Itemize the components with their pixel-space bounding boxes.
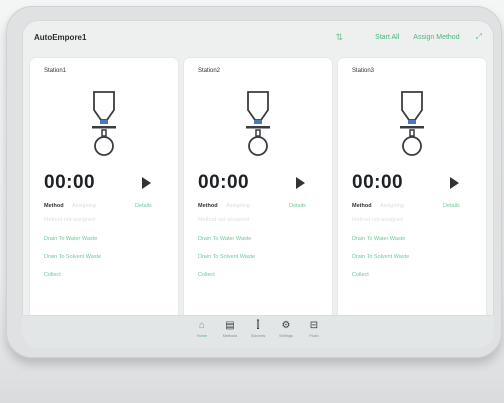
nav-label: Flush [309, 334, 319, 338]
station-card: Station1 00:00 Method Assigning Details … [30, 58, 178, 320]
nav-item-methods[interactable]: ▤ Methods [220, 320, 240, 338]
app-title: AutoEmpore1 [34, 32, 87, 42]
vessel-icon [400, 91, 424, 156]
top-bar: AutoEmpore1 ⇅ Start All Assign Method ⤢ [22, 20, 494, 54]
home-icon: ⌂ [198, 320, 206, 331]
details-link[interactable]: Details [289, 203, 306, 209]
play-icon[interactable] [296, 177, 305, 189]
app-screen: AutoEmpore1 ⇅ Start All Assign Method ⤢ … [22, 20, 494, 348]
method-value: Assigning [72, 203, 96, 209]
method-label: Method [44, 203, 64, 209]
station-title: Station1 [44, 68, 67, 74]
settings-icon: ⚙ [281, 320, 291, 331]
method-label: Method [198, 203, 218, 209]
drain-water-waste-button[interactable]: Drain To Water Waste [352, 236, 405, 242]
nav-item-solvents[interactable]: ⫿ Solvents [248, 320, 268, 338]
start-all-button[interactable]: Start All [375, 34, 399, 41]
method-hint: Method not assigned [198, 217, 250, 223]
nav-label: Settings [279, 334, 293, 338]
bottom-nav-bar: ⌂ Home ▤ Methods ⫿ Solvents ⚙ Settings ⊟… [22, 315, 494, 348]
stations-row: Station1 00:00 Method Assigning Details … [30, 58, 486, 320]
collect-button[interactable]: Collect [44, 272, 61, 278]
assign-method-button[interactable]: Assign Method [413, 34, 459, 41]
method-value: Assigning [226, 203, 250, 209]
nav-label: Methods [222, 334, 238, 338]
method-value: Assigning [380, 203, 404, 209]
bottom-nav: ⌂ Home ▤ Methods ⫿ Solvents ⚙ Settings ⊟… [192, 320, 324, 338]
drain-solvent-waste-button[interactable]: Drain To Solvent Waste [198, 254, 255, 260]
method-label: Method [352, 203, 372, 209]
collect-button[interactable]: Collect [198, 272, 215, 278]
flush-icon: ⊟ [309, 320, 319, 331]
play-icon[interactable] [450, 177, 459, 189]
nav-item-home[interactable]: ⌂ Home [192, 320, 212, 338]
method-hint: Method not assigned [44, 217, 96, 223]
station-card: Station2 00:00 Method Assigning Details … [184, 58, 332, 320]
station-card: Station3 00:00 Method Assigning Details … [338, 58, 486, 320]
expand-icon[interactable]: ⤢ [476, 32, 482, 42]
solvents-icon: ⫿ [256, 320, 260, 331]
station-title: Station2 [198, 68, 221, 74]
nav-item-settings[interactable]: ⚙ Settings [276, 320, 296, 338]
drain-water-waste-button[interactable]: Drain To Water Waste [198, 236, 251, 242]
details-link[interactable]: Details [135, 203, 152, 209]
vessel-icon [246, 91, 270, 156]
details-link[interactable]: Details [443, 203, 460, 209]
collect-button[interactable]: Collect [352, 272, 369, 278]
drain-solvent-waste-button[interactable]: Drain To Solvent Waste [44, 254, 101, 260]
nav-label: Solvents [250, 334, 266, 338]
method-hint: Method not assigned [352, 217, 404, 223]
drain-solvent-waste-button[interactable]: Drain To Solvent Waste [352, 254, 409, 260]
vessel-icon [92, 91, 116, 156]
filter-icon[interactable]: ⇅ [336, 32, 344, 43]
drain-water-waste-button[interactable]: Drain To Water Waste [44, 236, 97, 242]
methods-icon: ▤ [225, 320, 235, 331]
nav-label: Home [196, 334, 208, 338]
station-timer: 00:00 [44, 172, 96, 193]
play-icon[interactable] [142, 177, 151, 189]
nav-item-flush[interactable]: ⊟ Flush [304, 320, 324, 338]
station-title: Station3 [352, 68, 375, 74]
station-timer: 00:00 [198, 172, 250, 193]
station-timer: 00:00 [352, 172, 404, 193]
